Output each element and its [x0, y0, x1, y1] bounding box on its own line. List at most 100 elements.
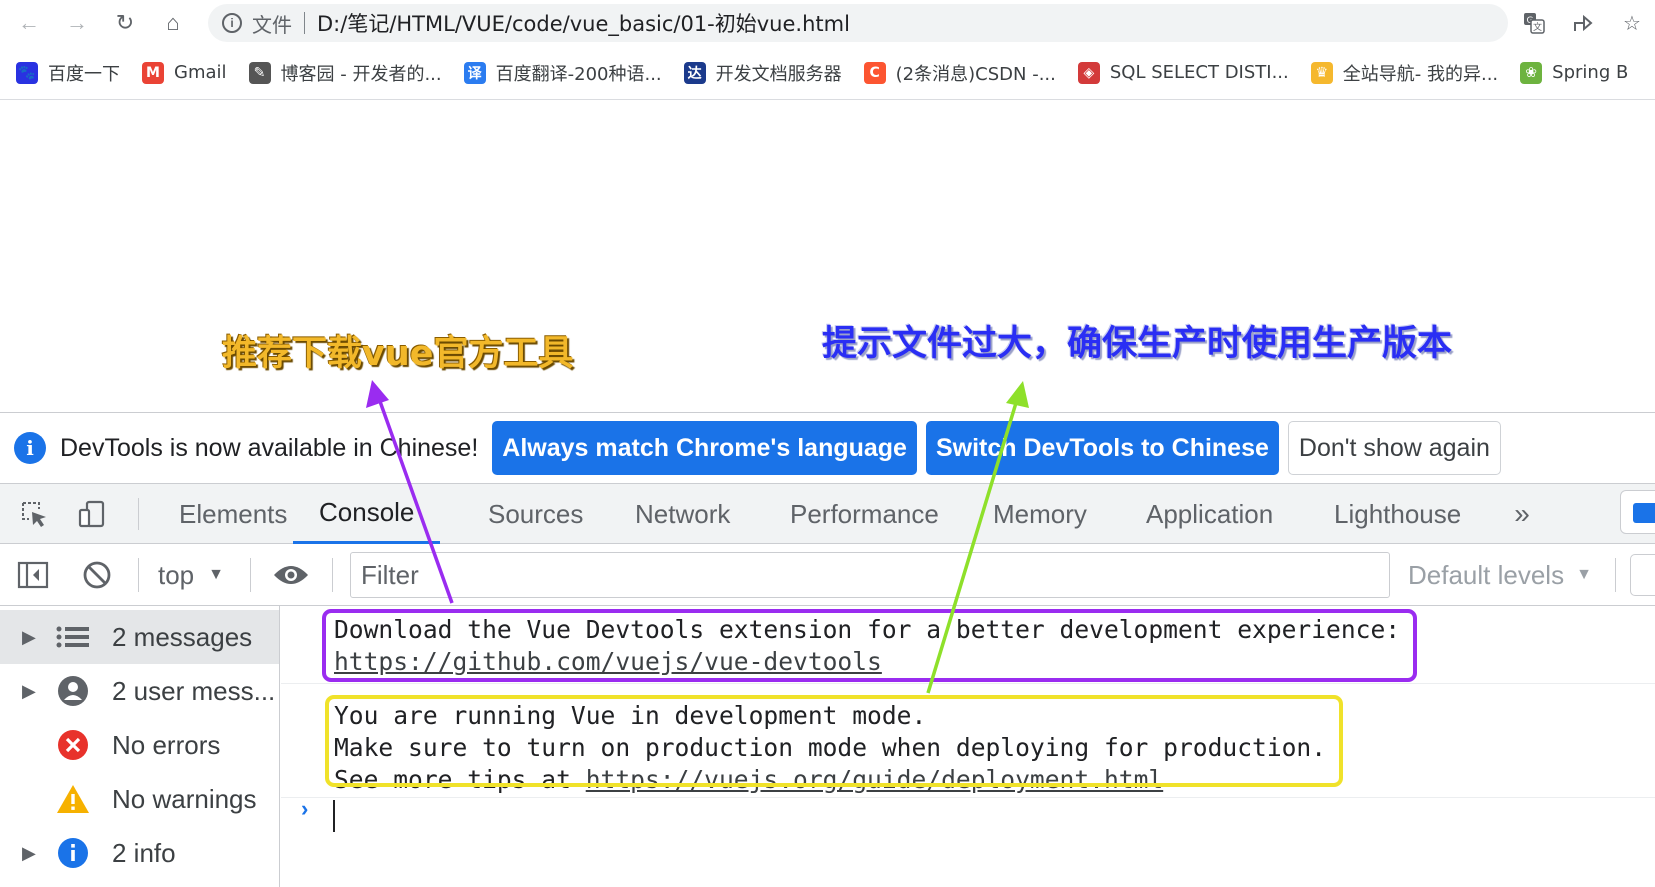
console-settings-button[interactable] — [1630, 554, 1655, 596]
sidebar-item-label: No errors — [112, 729, 221, 760]
bookmark-item[interactable]: ◈ SQL SELECT DISTI... — [1077, 61, 1289, 84]
tab-elements[interactable]: Elements — [179, 484, 287, 544]
bookmark-label: 百度翻译-200种语... — [495, 63, 662, 85]
tab-sources[interactable]: Sources — [488, 484, 583, 544]
share-icon[interactable] — [1568, 8, 1598, 38]
site-info-icon[interactable]: i — [222, 13, 242, 33]
bookmark-label: 开发文档服务器 — [715, 63, 842, 85]
bookmark-label: SQL SELECT DISTI... — [1109, 62, 1289, 83]
tab-lighthouse[interactable]: Lighthouse — [1334, 484, 1461, 544]
tab-console[interactable]: Console — [293, 484, 441, 544]
always-match-language-button[interactable]: Always match Chrome's language — [492, 421, 917, 475]
sidebar-item-label: 2 messages — [112, 621, 253, 652]
bookmark-item[interactable]: 译百度翻译-200种语... — [463, 60, 662, 86]
cnblogs-icon: ✎ — [248, 61, 271, 84]
sidebar-item-label: No warnings — [112, 783, 257, 814]
expand-arrow-icon[interactable]: ▶ — [22, 681, 38, 702]
bookmark-label: Spring B — [1552, 62, 1629, 83]
console-input-cursor[interactable] — [333, 800, 335, 832]
translate-icon: 译 — [463, 61, 486, 84]
bookmark-label: 博客园 - 开发者的... — [280, 63, 442, 85]
home-button[interactable]: ⌂ — [156, 6, 190, 40]
url-text[interactable]: D:/笔记/HTML/VUE/code/vue_basic/01-初始vue.h… — [317, 8, 850, 38]
reload-button[interactable]: ↻ — [108, 6, 142, 40]
home-icon: ⌂ — [166, 10, 180, 35]
back-button[interactable]: ← — [12, 6, 46, 40]
nav-icon: ♛ — [1310, 61, 1333, 84]
tab-network[interactable]: Network — [635, 484, 730, 544]
console-toolbar: top ▼ Default levels ▼ — [0, 544, 1655, 606]
bookmark-label: (2条消息)CSDN -... — [895, 63, 1056, 85]
expand-arrow-icon[interactable]: ▶ — [22, 627, 38, 648]
toolbar-divider — [332, 558, 333, 592]
tab-memory[interactable]: Memory — [993, 484, 1087, 544]
context-selector[interactable]: top ▼ — [158, 556, 224, 594]
annotation-production-hint: 提示文件过大，确保生产时使用生产版本 — [822, 324, 1453, 364]
sql-icon: ◈ — [1077, 61, 1100, 84]
sidebar-item-info[interactable]: ▶ 2 info — [0, 826, 279, 880]
bookmark-item[interactable]: M Gmail — [142, 61, 227, 84]
user-icon — [55, 673, 91, 709]
infobar-message: DevTools is now available in Chinese! — [60, 433, 479, 462]
sidebar-item-error[interactable]: No errors — [0, 718, 279, 772]
omnibox[interactable]: i 文件 D:/笔记/HTML/VUE/code/vue_basic/01-初始… — [208, 4, 1508, 42]
context-selector-value: top — [158, 559, 195, 590]
tab-application[interactable]: Application — [1146, 484, 1273, 544]
bookmarks-bar: 🐾 百度一下 M Gmail ✎ 博客园 - 开发者的... 译百度翻译-200种语... 达… — [0, 46, 1655, 100]
info-icon — [55, 835, 91, 871]
spring-icon: ❀ — [1520, 61, 1543, 84]
tab-performance[interactable]: Performance — [790, 484, 939, 544]
bookmark-label: 百度一下 — [48, 63, 120, 85]
arrow-left-icon: ← — [18, 10, 40, 35]
live-expression-eye-icon[interactable] — [272, 556, 310, 594]
gmail-icon: M — [142, 61, 164, 84]
devtools-language-infobar: i DevTools is now available in Chinese! … — [0, 412, 1655, 484]
translate-page-icon[interactable]: G文 — [1519, 8, 1549, 38]
expand-arrow-icon[interactable]: ▶ — [22, 843, 38, 864]
tabs-divider — [138, 498, 139, 530]
toolbar-divider — [1615, 558, 1616, 592]
message-icon — [1633, 503, 1655, 523]
log-levels-label: Default levels — [1408, 559, 1565, 590]
bookmark-item[interactable]: 达开发文档服务器 — [683, 60, 842, 86]
sidebar-item-user[interactable]: ▶ 2 user mess... — [0, 664, 279, 718]
baidu-paw-icon: 🐾 — [16, 61, 38, 84]
info-icon: i — [14, 432, 46, 464]
forward-button[interactable]: → — [60, 6, 94, 40]
omnibox-divider — [304, 12, 305, 34]
issues-badge[interactable] — [1620, 490, 1655, 534]
bookmark-star-icon[interactable]: ☆ — [1617, 8, 1647, 38]
toolbar-divider — [138, 558, 139, 592]
highlight-box-devtools-message — [322, 609, 1417, 682]
highlight-box-dev-mode-message — [325, 695, 1343, 787]
error-icon — [55, 727, 91, 763]
chevron-down-icon: ▼ — [1576, 566, 1592, 583]
console-sidebar: ▶ 2 messages ▶ 2 user mess... No errors No wa… — [0, 606, 280, 887]
reload-icon: ↻ — [115, 10, 135, 35]
csdn-icon: C — [863, 61, 886, 84]
device-toolbar-icon[interactable] — [72, 494, 112, 534]
toolbar-divider — [250, 558, 251, 592]
bookmark-item[interactable]: ❀ Spring B — [1520, 61, 1629, 84]
svg-text:文: 文 — [1533, 21, 1542, 33]
log-levels-dropdown[interactable]: Default levels ▼ — [1408, 556, 1592, 594]
bookmark-item[interactable]: ✎ 博客园 - 开发者的... — [248, 60, 442, 86]
devtools-tab-bar: » Elements Console Sources Network Performan… — [0, 484, 1655, 544]
bookmark-label: 全站导航- 我的异... — [1342, 63, 1499, 85]
console-prompt-icon: › — [301, 796, 309, 821]
sidebar-toggle-icon[interactable] — [14, 556, 52, 594]
address-bar: ← → ↻ ⌂ i 文件 D:/笔记/HTML/VUE/code/vue_bas… — [0, 0, 1655, 46]
sidebar-item-list[interactable]: ▶ 2 messages — [0, 610, 279, 664]
clear-console-icon[interactable] — [78, 556, 116, 594]
list-icon — [55, 619, 91, 655]
bookmark-label: Gmail — [174, 62, 227, 83]
console-filter-input[interactable] — [350, 552, 1390, 598]
sidebar-item-warning[interactable]: No warnings — [0, 772, 279, 826]
switch-to-chinese-button[interactable]: Switch DevTools to Chinese — [925, 421, 1279, 475]
bookmark-item[interactable]: 🐾 百度一下 — [16, 60, 120, 86]
more-tabs-icon[interactable]: » — [1502, 494, 1542, 534]
bookmark-item[interactable]: C (2条消息)CSDN -... — [863, 60, 1056, 86]
dont-show-again-button[interactable]: Don't show again — [1287, 421, 1501, 475]
bookmark-item[interactable]: ♛ 全站导航- 我的异... — [1310, 60, 1499, 86]
inspect-element-icon[interactable] — [14, 494, 54, 534]
